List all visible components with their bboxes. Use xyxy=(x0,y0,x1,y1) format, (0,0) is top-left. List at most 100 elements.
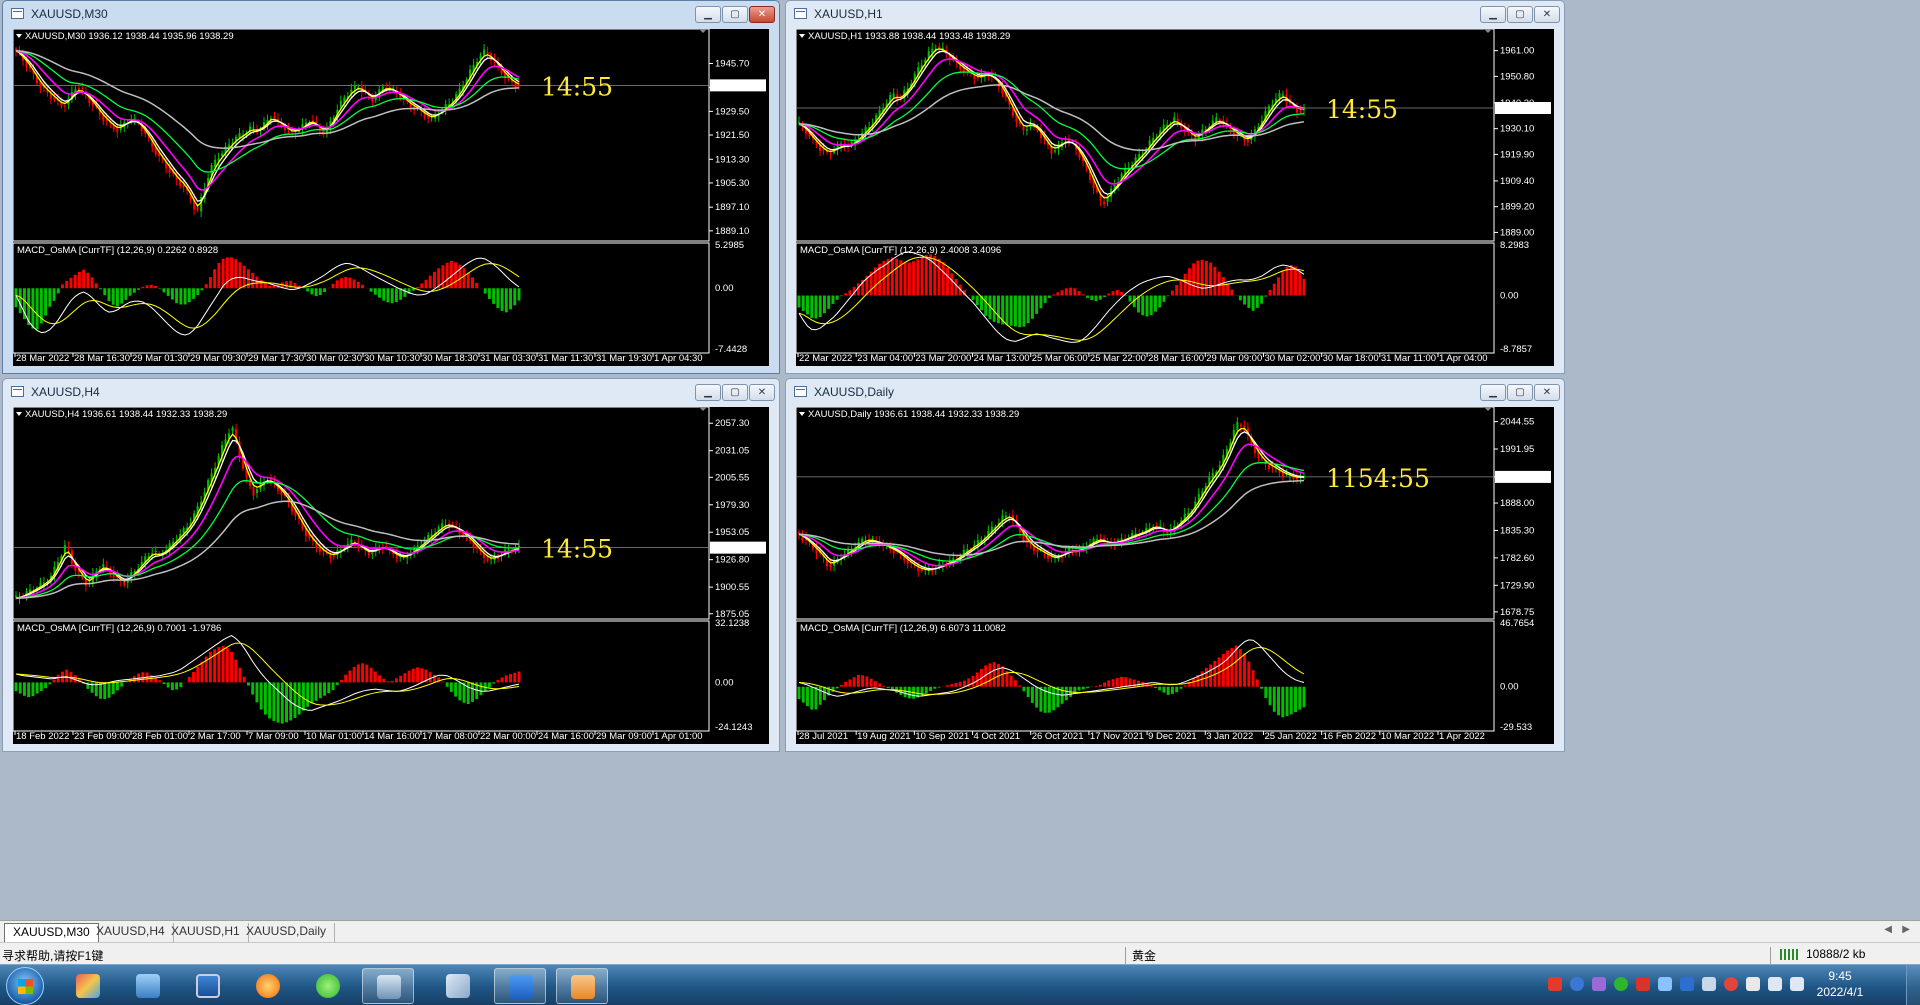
tab-xauusd-h4[interactable]: XAUUSD,H4 xyxy=(88,923,174,942)
tray-wechat-icon[interactable] xyxy=(1614,977,1628,991)
window-title: XAUUSD,H4 xyxy=(31,385,100,399)
taskbar-app-wps[interactable] xyxy=(556,968,608,1004)
show-desktop-button[interactable] xyxy=(1906,965,1920,1005)
tray-help-icon[interactable] xyxy=(1570,977,1584,991)
window-titlebar[interactable]: XAUUSD,M30 ▁ ▢ ✕ xyxy=(3,1,779,27)
tab-scroll-right-icon[interactable]: ▶ xyxy=(1902,924,1910,935)
chart-window-h4[interactable]: XAUUSD,H4 ▁ ▢ ✕ XAUUSD,H4 1936.61 1938.4… xyxy=(2,378,780,752)
clock-time: 9:45 xyxy=(1828,969,1852,983)
close-button[interactable]: ✕ xyxy=(1534,384,1560,401)
taskbar-app-control-panel[interactable] xyxy=(122,968,174,1004)
close-button[interactable]: ✕ xyxy=(749,384,775,401)
chart-window-h1[interactable]: XAUUSD,H1 ▁ ▢ ✕ XAUUSD,H1 1933.88 1938.4… xyxy=(785,0,1565,374)
tray-shield-icon[interactable] xyxy=(1680,977,1694,991)
tab-xauusd-m30[interactable]: XAUUSD,M30 xyxy=(4,923,99,942)
maximize-button[interactable]: ▢ xyxy=(722,6,748,23)
minimize-button[interactable]: ▁ xyxy=(695,6,721,23)
taskbar-app-paint[interactable] xyxy=(62,968,114,1004)
time-tick-label: 23 Mar 04:00 xyxy=(857,353,913,364)
tray-security-icon[interactable] xyxy=(1724,977,1738,991)
taskbar-app-trading-terminal[interactable] xyxy=(362,968,414,1004)
chart-area[interactable]: XAUUSD,H1 1933.88 1938.44 1933.48 1938.2… xyxy=(796,29,1554,366)
macd-tick-label: 0.00 xyxy=(715,283,734,294)
taskbar-app-desktop[interactable] xyxy=(182,968,234,1004)
macd-indicator-label: MACD_OsMA [CurrTF] (12,26,9) 0.7001 -1.9… xyxy=(17,623,221,634)
chart-svg[interactable]: XAUUSD,M30 1936.12 1938.44 1935.96 1938.… xyxy=(13,29,771,368)
candle-body xyxy=(938,45,941,49)
candle-body xyxy=(332,555,335,557)
mdi-workspace: XAUUSD,M30 ▁ ▢ ✕ XAUUSD,M30 1936.12 1938… xyxy=(0,0,1920,920)
tab-xauusd-h1[interactable]: XAUUSD,H1 xyxy=(163,923,249,942)
taskbar-app-wechat[interactable] xyxy=(302,968,354,1004)
maximize-button[interactable]: ▢ xyxy=(722,384,748,401)
candle-body xyxy=(329,554,332,558)
price-tick-label: 1729.90 xyxy=(1500,580,1534,591)
price-tick-label: 1979.30 xyxy=(715,500,749,511)
taskbar-app-note[interactable] xyxy=(494,968,546,1004)
taskbar-clock[interactable]: 9:45 2022/4/1 xyxy=(1800,968,1880,1000)
time-tick-label: 25 Mar 06:00 xyxy=(1032,353,1088,364)
control-panel-icon xyxy=(136,974,160,998)
candle-body xyxy=(116,128,119,133)
tray-speaker-icon[interactable] xyxy=(1702,977,1716,991)
time-tick-label: 28 Jul 2021 xyxy=(799,731,848,742)
candle-body xyxy=(1159,525,1162,527)
minimize-button[interactable]: ▁ xyxy=(1480,6,1506,23)
close-button[interactable]: ✕ xyxy=(1534,6,1560,23)
maximize-button[interactable]: ▢ xyxy=(1507,6,1533,23)
chart-svg[interactable]: XAUUSD,Daily 1936.61 1938.44 1932.33 193… xyxy=(796,407,1556,746)
tray-wps-icon[interactable] xyxy=(1636,977,1650,991)
close-button[interactable]: ✕ xyxy=(749,6,775,23)
current-price-label: 1938.29 xyxy=(1499,103,1533,114)
minimize-button[interactable]: ▁ xyxy=(695,384,721,401)
tab-scroll-left-icon[interactable]: ◀ xyxy=(1884,924,1892,935)
candle-body xyxy=(81,88,84,90)
candle-body xyxy=(84,579,87,586)
chart-dropdown-icon xyxy=(16,412,22,416)
time-tick-label: 2 Mar 17:00 xyxy=(190,731,241,742)
price-tick-label: 1991.95 xyxy=(1500,444,1534,455)
tab-xauusd-daily[interactable]: XAUUSD,Daily xyxy=(238,923,336,942)
chart-window-m30[interactable]: XAUUSD,M30 ▁ ▢ ✕ XAUUSD,M30 1936.12 1938… xyxy=(2,0,780,374)
taskbar-app-media[interactable] xyxy=(242,968,294,1004)
chart-svg[interactable]: XAUUSD,H4 1936.61 1938.44 1932.33 1938.2… xyxy=(13,407,771,746)
chart-area[interactable]: XAUUSD,H4 1936.61 1938.44 1932.33 1938.2… xyxy=(13,407,769,744)
window-titlebar[interactable]: XAUUSD,H4 ▁ ▢ ✕ xyxy=(3,379,779,405)
time-tick-label: 30 Mar 02:00 xyxy=(1264,353,1320,364)
taskbar-app-notepad[interactable] xyxy=(432,968,484,1004)
chart-window-daily[interactable]: XAUUSD,Daily ▁ ▢ ✕ XAUUSD,Daily 1936.61 … xyxy=(785,378,1565,752)
main-pane-border xyxy=(796,407,1495,620)
wps-icon xyxy=(571,975,595,999)
time-tick-label: 28 Feb 01:00 xyxy=(132,731,188,742)
maximize-button[interactable]: ▢ xyxy=(1507,384,1533,401)
time-tick-label: 7 Mar 09:00 xyxy=(248,731,299,742)
tray-flag-icon[interactable] xyxy=(1746,977,1760,991)
time-tick-label: 26 Oct 2021 xyxy=(1032,731,1084,742)
tray-volume-icon[interactable] xyxy=(1768,977,1782,991)
minimize-button[interactable]: ▁ xyxy=(1480,384,1506,401)
chart-area[interactable]: XAUUSD,M30 1936.12 1938.44 1935.96 1938.… xyxy=(13,29,769,366)
start-button[interactable] xyxy=(6,967,44,1005)
chart-shift-marker-icon xyxy=(1484,29,1492,33)
candle-body xyxy=(1103,201,1106,205)
price-tick-label: 2057.30 xyxy=(715,418,749,429)
time-tick-label: 29 Mar 09:00 xyxy=(596,731,652,742)
tray-network-icon[interactable] xyxy=(1658,977,1672,991)
time-tick-label: 1 Apr 01:00 xyxy=(654,731,703,742)
time-tick-label: 31 Mar 11:00 xyxy=(1381,353,1436,364)
tray-app-icon[interactable] xyxy=(1592,977,1606,991)
candlestick-series xyxy=(14,43,521,218)
chart-area[interactable]: XAUUSD,Daily 1936.61 1938.44 1932.33 193… xyxy=(796,407,1554,744)
candle-body xyxy=(1173,117,1176,122)
time-tick-label: 30 Mar 10:30 xyxy=(364,353,420,364)
chart-svg[interactable]: XAUUSD,H1 1933.88 1938.44 1933.48 1938.2… xyxy=(796,29,1556,368)
window-titlebar[interactable]: XAUUSD,H1 ▁ ▢ ✕ xyxy=(786,1,1564,27)
tray-sogou-icon[interactable] xyxy=(1548,977,1562,991)
status-help-text: 寻求帮助,请按F1键 xyxy=(2,949,104,963)
window-titlebar[interactable]: XAUUSD,Daily ▁ ▢ ✕ xyxy=(786,379,1564,405)
candle-body xyxy=(1050,146,1053,154)
clock-date: 2022/4/1 xyxy=(1816,985,1864,999)
macd-pane-border xyxy=(796,242,1495,354)
bar-countdown-timer: 14:55 xyxy=(541,72,613,101)
chart-ohlc-header: XAUUSD,M30 1936.12 1938.44 1935.96 1938.… xyxy=(25,31,234,42)
